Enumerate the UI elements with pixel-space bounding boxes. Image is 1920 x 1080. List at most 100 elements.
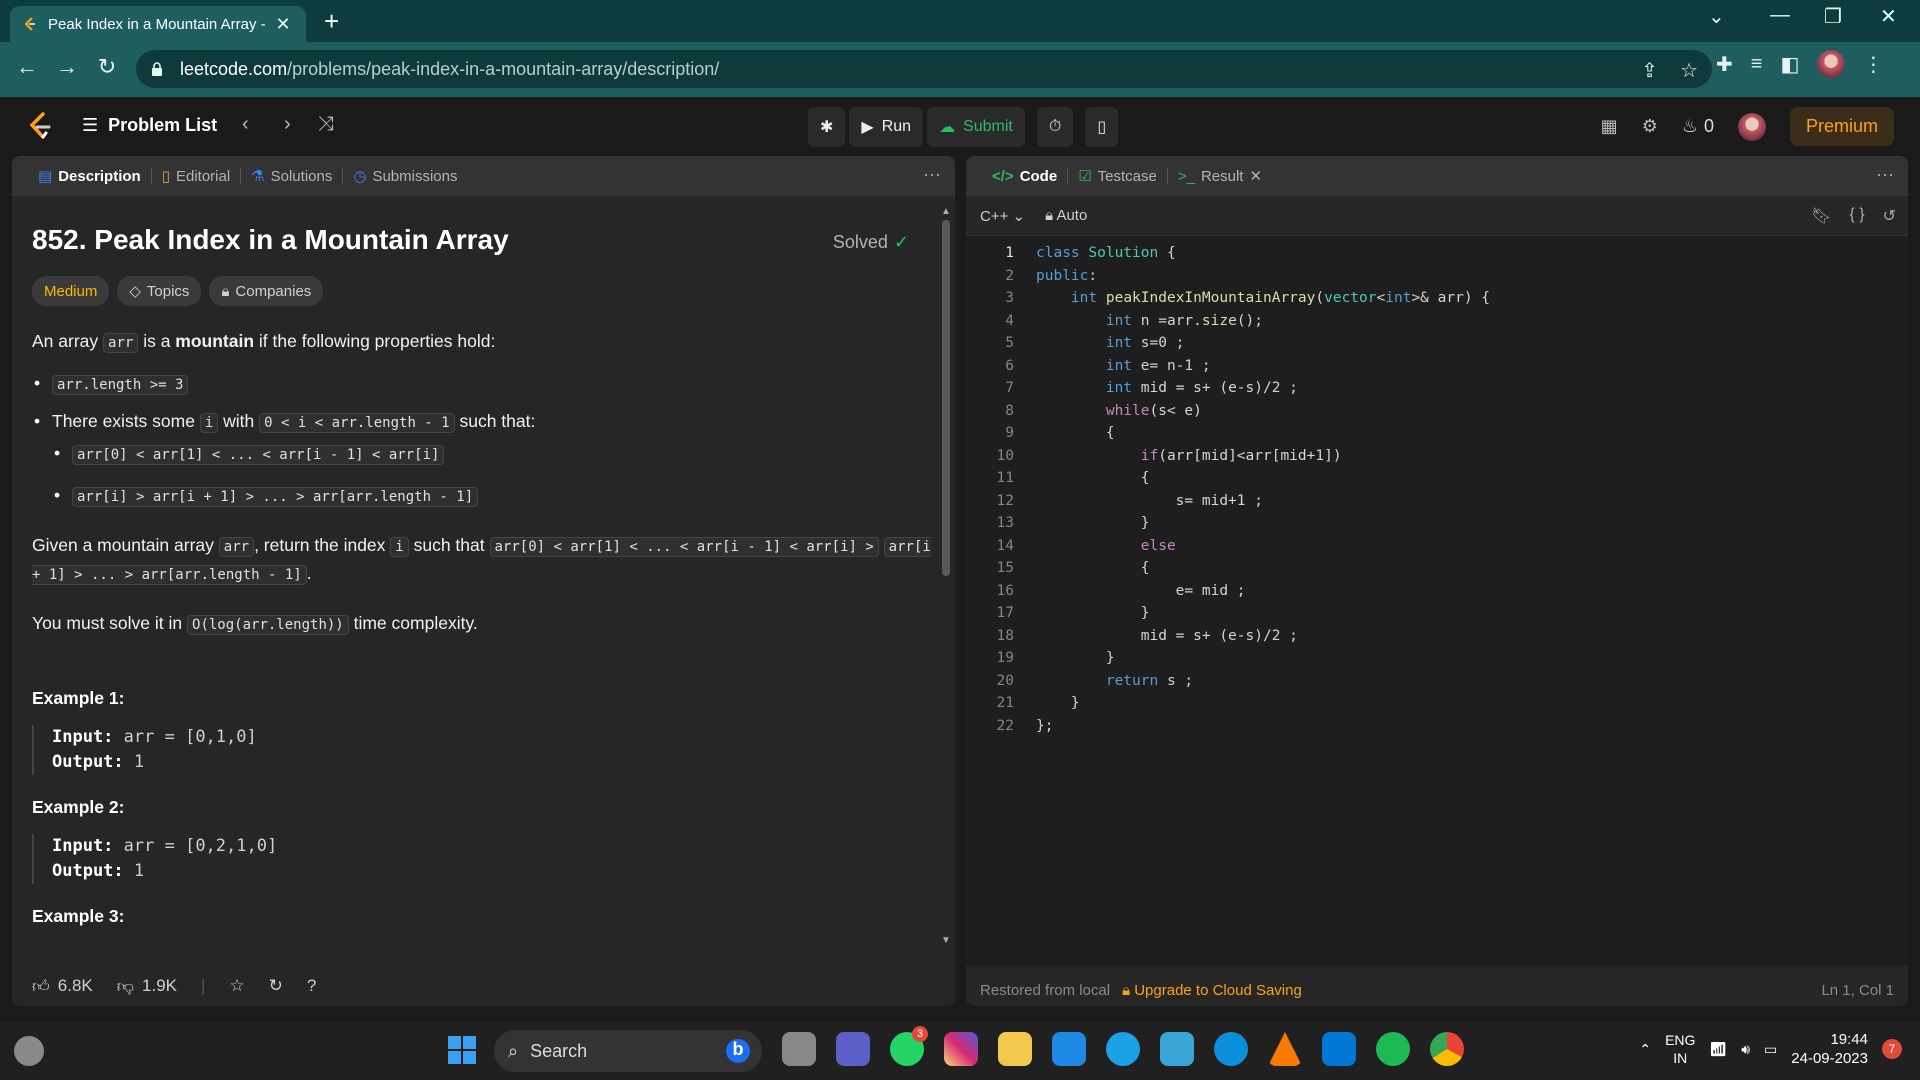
code-line[interactable]: 15 { <box>966 557 1150 579</box>
browser-tab[interactable]: Peak Index in a Mountain Array - ✕ <box>10 6 306 42</box>
new-tab-icon[interactable]: + <box>324 6 339 37</box>
volume-icon[interactable]: 🔊︎ <box>1741 1041 1750 1058</box>
leetcode-logo-icon[interactable] <box>26 111 54 141</box>
dislike-button[interactable]: 👎︎ 1.9K <box>117 976 177 997</box>
help-icon[interactable]: ? <box>307 976 316 996</box>
reading-list-icon[interactable]: ≡ <box>1751 53 1763 76</box>
share-icon[interactable]: ⇪ <box>1641 58 1658 83</box>
code-line[interactable]: 2 public: <box>966 265 1097 287</box>
code-line[interactable]: 16 e= mid ; <box>966 580 1246 602</box>
bookmark-star-icon[interactable]: ☆ <box>1680 58 1698 83</box>
forward-icon[interactable]: → <box>52 54 82 80</box>
layout-icon[interactable]: ▦ <box>1601 116 1618 137</box>
edge-icon[interactable] <box>1214 1032 1248 1066</box>
code-line[interactable]: 7 int mid = s+ (e-s)/2 ; <box>966 377 1298 399</box>
run-button[interactable]: ▶ Run <box>849 107 924 147</box>
reload-icon[interactable]: ↻ <box>92 54 122 80</box>
tab-editorial[interactable]: ▯ Editorial <box>152 167 240 186</box>
code-line[interactable]: 22}; <box>966 715 1054 737</box>
code-line[interactable]: 10 if(arr[mid]<arr[mid+1]) <box>966 445 1342 467</box>
tab-submissions[interactable]: ◷ Submissions <box>343 167 467 186</box>
window-close-icon[interactable]: ✕ <box>1880 4 1897 29</box>
tab-testcase[interactable]: ☑ Testcase <box>1068 167 1167 186</box>
scroll-up-icon[interactable]: ▲ <box>941 206 951 217</box>
get-help-icon[interactable] <box>1106 1032 1140 1066</box>
code-line[interactable]: 20 return s ; <box>966 670 1194 692</box>
topics-chip[interactable]: ◇ Topics <box>117 276 202 306</box>
code-editor[interactable]: 1 class Solution {2 public: 3 int peakIndex… <box>966 236 1908 966</box>
code-line[interactable]: 18 mid = s+ (e-s)/2 ; <box>966 625 1298 647</box>
code-line[interactable]: 8 while(s< e) <box>966 400 1202 422</box>
clock[interactable]: 19:44 24-09-2023 <box>1791 1030 1868 1068</box>
scrollbar-thumb[interactable] <box>942 220 950 576</box>
format-braces-icon[interactable]: { } <box>1849 206 1864 226</box>
submit-button[interactable]: ☁ Submit <box>927 107 1025 147</box>
side-panel-icon[interactable]: ◧ <box>1780 52 1799 77</box>
like-button[interactable]: 👍︎ 6.8K <box>32 976 93 997</box>
share-icon[interactable]: ↻ <box>269 976 283 996</box>
tab-description[interactable]: ▤ Description <box>28 167 151 186</box>
streak-counter[interactable]: ♨ 0 <box>1682 116 1714 137</box>
code-line[interactable]: 9 { <box>966 422 1114 444</box>
vscode-icon[interactable] <box>1322 1032 1356 1066</box>
profile-avatar[interactable] <box>1817 50 1846 78</box>
code-line[interactable]: 14 else <box>966 535 1176 557</box>
shuffle-icon[interactable]: ⤨ <box>318 113 334 136</box>
prev-problem-icon[interactable]: ‹ <box>242 113 249 136</box>
vlc-icon[interactable] <box>1268 1032 1302 1066</box>
tab-result[interactable]: >_ Result ✕ <box>1168 167 1272 186</box>
task-view-icon[interactable] <box>782 1032 816 1066</box>
calculator-icon[interactable] <box>1160 1032 1194 1066</box>
code-line[interactable]: 4 int n =arr.size(); <box>966 310 1263 332</box>
weather-icon[interactable] <box>14 1036 44 1066</box>
taskbar-search[interactable]: ⌕ Search b <box>494 1030 762 1072</box>
notification-badge[interactable]: 7 <box>1882 1039 1902 1059</box>
back-icon[interactable]: ← <box>12 54 42 80</box>
upgrade-cloud-link[interactable]: 🔒︎ Upgrade to Cloud Saving <box>1122 982 1302 999</box>
code-line[interactable]: 21 } <box>966 692 1080 714</box>
code-line[interactable]: 6 int e= n-1 ; <box>966 355 1210 377</box>
whatsapp-icon[interactable]: 3 <box>890 1026 928 1066</box>
code-line[interactable]: 1 class Solution { <box>966 242 1175 264</box>
next-problem-icon[interactable]: › <box>284 113 291 136</box>
timer-button[interactable]: ⏱ <box>1036 107 1074 147</box>
address-bar[interactable]: leetcode.com/problems/peak-index-in-a-mo… <box>136 50 1712 88</box>
spotify-icon[interactable] <box>1376 1032 1410 1066</box>
companies-chip[interactable]: 🔒︎ Companies <box>209 276 324 306</box>
code-line[interactable]: 5 int s=0 ; <box>966 332 1184 354</box>
bookmark-icon[interactable]: 🔖︎ <box>1811 206 1831 226</box>
notes-button[interactable]: ▯ <box>1085 107 1119 147</box>
minimize-icon[interactable]: — <box>1770 4 1790 27</box>
reset-icon[interactable]: ↺ <box>1883 206 1896 226</box>
tab-solutions[interactable]: ⚗ Solutions <box>241 167 342 186</box>
code-line[interactable]: 3 int peakIndexInMountainArray(vector<in… <box>966 287 1490 309</box>
debug-button[interactable]: ✱ <box>808 107 846 147</box>
language-select[interactable]: C++ ⌄ <box>980 207 1025 225</box>
bing-icon[interactable]: b <box>726 1039 750 1063</box>
restore-icon[interactable]: ❐ <box>1824 4 1842 29</box>
more-options-icon[interactable]: ··· <box>1876 164 1894 185</box>
tab-code[interactable]: </> Code <box>982 168 1067 185</box>
instagram-icon[interactable] <box>944 1032 978 1066</box>
scroll-down-icon[interactable]: ▼ <box>941 935 951 946</box>
language-indicator[interactable]: ENG IN <box>1665 1031 1695 1067</box>
teams-icon[interactable] <box>836 1032 870 1066</box>
start-button[interactable] <box>448 1036 476 1064</box>
problem-list-button[interactable]: ☰ Problem List <box>82 115 217 136</box>
code-line[interactable]: 17 } <box>966 602 1150 624</box>
code-line[interactable]: 11 { <box>966 467 1150 489</box>
premium-button[interactable]: Premium <box>1789 107 1894 146</box>
chrome-icon[interactable] <box>1430 1032 1464 1066</box>
favorite-star-icon[interactable]: ☆ <box>229 976 244 996</box>
tab-search-icon[interactable]: ⌄ <box>1708 4 1725 29</box>
extensions-icon[interactable]: ✚ <box>1716 52 1733 77</box>
settings-gear-icon[interactable]: ⚙ <box>1642 116 1658 137</box>
more-options-icon[interactable]: ··· <box>923 164 941 185</box>
file-explorer-icon[interactable] <box>998 1032 1032 1066</box>
tray-chevron-icon[interactable]: ⌃ <box>1639 1041 1651 1058</box>
battery-icon[interactable]: ▭ <box>1764 1041 1777 1058</box>
close-tab-icon[interactable]: ✕ <box>272 14 294 35</box>
code-line[interactable]: 12 s= mid+1 ; <box>966 490 1263 512</box>
close-result-icon[interactable]: ✕ <box>1249 167 1262 185</box>
user-avatar[interactable] <box>1737 112 1766 141</box>
